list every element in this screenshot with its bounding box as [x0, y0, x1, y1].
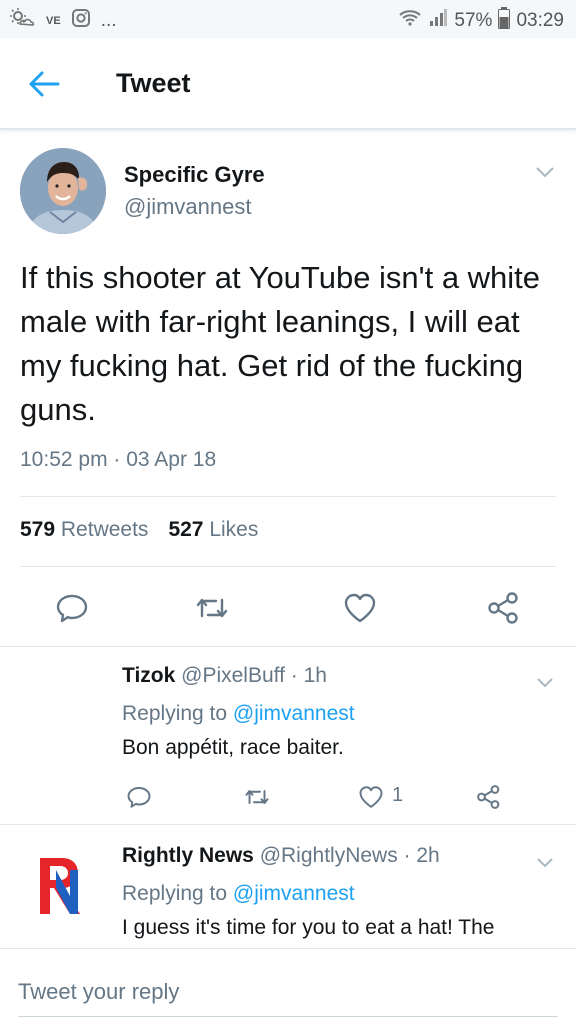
reply-header: Tizok @PixelBuff · 1h	[122, 664, 327, 688]
retweets-stat[interactable]: 579 Retweets	[20, 518, 148, 542]
tweet-timestamp: 10:52 pm · 03 Apr 18	[20, 448, 217, 471]
weather-icon	[10, 8, 36, 34]
retweets-label: Retweets	[60, 518, 149, 541]
rightly-news-logo[interactable]	[36, 852, 92, 918]
chevron-down-icon[interactable]	[536, 856, 554, 868]
like-control[interactable]: 1	[356, 782, 416, 812]
divider	[20, 496, 556, 497]
reply-author-meta: @PixelBuff · 1h	[181, 664, 327, 687]
engagement-stats: 579 Retweets 527 Likes	[20, 518, 258, 542]
reply-author-name[interactable]: Rightly News	[122, 844, 254, 867]
replying-prefix: Replying to	[122, 882, 228, 905]
author-handle[interactable]: @jimvannest	[124, 194, 252, 220]
retweet-icon[interactable]	[242, 782, 272, 812]
clock: 03:29	[516, 10, 564, 31]
share-icon[interactable]	[474, 782, 504, 812]
instagram-icon	[71, 8, 91, 34]
chevron-down-icon[interactable]	[534, 164, 556, 180]
more-notifications: ...	[100, 10, 117, 31]
replying-prefix: Replying to	[122, 702, 228, 725]
replying-to-link[interactable]: @jimvannest	[233, 882, 355, 905]
tweet-text: If this shooter at YouTube isn't a white…	[20, 260, 541, 427]
reply-composer	[0, 948, 576, 1024]
back-arrow-icon[interactable]	[26, 68, 62, 100]
divider	[20, 566, 556, 567]
heart-icon	[359, 786, 383, 808]
battery-icon	[498, 7, 511, 35]
battery-percent: 57%	[454, 10, 493, 31]
author-name[interactable]: Specific Gyre	[124, 162, 265, 188]
app-bar: Tweet	[0, 38, 576, 130]
wifi-icon	[398, 8, 422, 34]
retweets-count: 579	[20, 518, 56, 541]
retweet-icon[interactable]	[192, 588, 232, 628]
chevron-down-icon[interactable]	[536, 676, 554, 688]
reply-input[interactable]	[18, 967, 558, 1017]
reply-text: Bon appétit, race baiter.	[122, 736, 344, 759]
reply-tweet[interactable]: Tizok @PixelBuff · 1h Replying to @jimva…	[0, 646, 576, 824]
reply-author-meta: @RightlyNews · 2h	[259, 844, 440, 867]
reply-author-name[interactable]: Tizok	[122, 664, 175, 687]
status-bar: VE ... 57% 03:29	[0, 0, 576, 38]
replying-to: Replying to @jimvannest	[122, 882, 355, 906]
tweet-actions	[0, 588, 576, 628]
like-count: 1	[392, 784, 404, 806]
likes-label: Likes	[209, 518, 259, 541]
reply-text: I guess it's time for you to eat a hat! …	[122, 916, 495, 939]
reply-icon[interactable]	[52, 588, 92, 628]
likes-stat[interactable]: 527 Likes	[168, 518, 258, 542]
likes-count: 527	[168, 518, 204, 541]
divider	[0, 824, 576, 825]
reply-icon[interactable]	[124, 782, 154, 812]
replying-to: Replying to @jimvannest	[122, 702, 355, 726]
reply-tweet[interactable]: Rightly News @RightlyNews · 2h Replying …	[0, 826, 576, 948]
signal-icon	[428, 8, 448, 34]
heart-icon[interactable]	[340, 588, 380, 628]
share-icon[interactable]	[484, 588, 524, 628]
reply-header: Rightly News @RightlyNews · 2h	[122, 844, 440, 868]
page-title: Tweet	[116, 68, 191, 98]
avatar[interactable]	[20, 148, 106, 234]
replying-to-link[interactable]: @jimvannest	[233, 702, 355, 725]
carrier-tag: VE	[46, 15, 61, 27]
